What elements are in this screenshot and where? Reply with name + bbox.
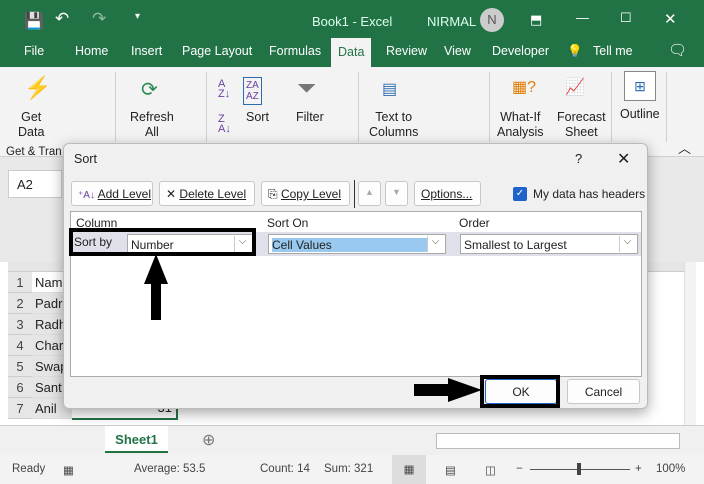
row-header[interactable]: 5 xyxy=(8,356,32,377)
sort-icon: ZA AZ xyxy=(243,77,262,105)
tell-me[interactable]: Tell me xyxy=(593,44,633,58)
row-header[interactable]: 7 xyxy=(8,398,32,419)
headers-label: My data has headers xyxy=(533,187,646,201)
ribbon-display-icon[interactable]: ⬒ xyxy=(530,12,542,28)
delete-level-button[interactable]: ✕ Delete Level xyxy=(159,181,255,206)
forecast-sheet-button[interactable]: Forecast Sheet xyxy=(557,110,606,140)
cancel-button[interactable]: Cancel xyxy=(567,379,640,404)
redo-icon[interactable]: ↷ xyxy=(92,9,106,29)
zoom-out-icon[interactable]: − xyxy=(516,463,523,475)
page-break-view-icon[interactable]: ◫ xyxy=(485,463,496,477)
row-header[interactable]: 1 xyxy=(8,272,32,293)
horizontal-scrollbar[interactable] xyxy=(436,433,680,449)
toolbar-divider xyxy=(354,180,355,208)
filter-button[interactable]: Filter xyxy=(296,110,324,125)
tab-data[interactable]: Data xyxy=(331,38,372,67)
sheet-bar: Sheet1 ⊕ xyxy=(0,425,704,455)
move-up-button[interactable]: ▲ xyxy=(358,181,381,206)
up-arrow-annotation xyxy=(144,254,168,320)
lightbulb-icon: 💡 xyxy=(567,44,583,58)
status-sum: Sum: 321 xyxy=(324,463,374,475)
close-icon[interactable]: ✕ xyxy=(664,10,677,28)
what-if-analysis-button[interactable]: What-If Analysis xyxy=(497,110,544,140)
row-header[interactable]: 4 xyxy=(8,335,32,356)
tab-review[interactable]: Review xyxy=(386,44,427,58)
help-button[interactable]: ? xyxy=(575,151,582,166)
tab-developer[interactable]: Developer xyxy=(492,44,549,58)
status-average: Average: 53.5 xyxy=(134,463,206,475)
text-to-columns-button[interactable]: Text to Columns xyxy=(369,110,418,140)
headers-checkbox[interactable]: ✓ xyxy=(513,187,527,201)
sort-button[interactable]: Sort xyxy=(246,110,269,125)
normal-view-icon[interactable]: ▦ xyxy=(392,455,426,484)
order-dropdown[interactable]: Smallest to Largest ⌵ xyxy=(460,234,638,254)
maximize-icon[interactable]: ☐ xyxy=(620,10,632,26)
text-to-columns-icon: ▤ xyxy=(382,81,398,98)
status-ready: Ready xyxy=(12,463,46,475)
zoom-in-icon[interactable]: + xyxy=(635,463,642,475)
name-box[interactable]: A2 xyxy=(8,170,62,198)
refresh-all-button[interactable]: Refresh All xyxy=(130,110,174,140)
dialog-title: Sort xyxy=(74,152,97,166)
save-icon[interactable]: 💾 xyxy=(24,11,44,31)
tab-page-layout[interactable]: Page Layout xyxy=(182,44,252,58)
options-button[interactable]: Options... xyxy=(414,181,481,206)
get-data-icon: ⚡ xyxy=(24,75,52,100)
tab-view[interactable]: View xyxy=(444,44,471,58)
refresh-icon: ⟳ xyxy=(141,79,158,101)
row-header[interactable]: 2 xyxy=(8,293,32,314)
tab-insert[interactable]: Insert xyxy=(131,44,162,58)
add-level-button[interactable]: ⁺A↓ Add Level xyxy=(71,181,153,206)
user-name: NIRMAL xyxy=(427,14,477,29)
move-down-button[interactable]: ▼ xyxy=(385,181,408,206)
copy-level-button[interactable]: ⎘ Copy Level xyxy=(261,181,350,206)
chevron-down-icon: ⌵ xyxy=(619,236,635,252)
copy-icon: ⎘ xyxy=(268,187,278,201)
forecast-icon: 📈 xyxy=(565,79,585,96)
zoom-slider-thumb[interactable] xyxy=(577,463,581,475)
delete-icon: ✕ xyxy=(166,187,177,201)
window-title: Book1 - Excel xyxy=(312,14,393,29)
accessibility-icon[interactable]: ▦ xyxy=(63,463,74,477)
add-sheet-icon[interactable]: ⊕ xyxy=(202,430,215,450)
row-header[interactable]: 6 xyxy=(8,377,32,398)
sort-asc-icon[interactable]: A Z↓ xyxy=(218,79,230,100)
chevron-down-icon: ⌵ xyxy=(427,236,443,252)
page-layout-view-icon[interactable]: ▤ xyxy=(445,463,456,477)
right-arrow-annotation xyxy=(414,378,482,402)
collapse-ribbon-icon[interactable]: ︿ xyxy=(678,141,691,156)
tab-home[interactable]: Home xyxy=(75,44,108,58)
close-dialog-icon[interactable]: ✕ xyxy=(617,149,630,169)
outline-button[interactable]: Outline xyxy=(620,107,660,122)
vertical-scrollbar[interactable] xyxy=(684,262,696,425)
minimize-icon[interactable]: — xyxy=(576,10,589,25)
title-bar: 💾 ↶ ↷ ▾ Book1 - Excel NIRMAL N ⬒ — ☐ ✕ F… xyxy=(0,0,704,67)
add-level-icon: ⁺A↓ xyxy=(78,190,95,201)
sort-on-header: Sort On xyxy=(267,216,309,230)
comments-icon[interactable]: 🗨 xyxy=(668,41,687,59)
order-header: Order xyxy=(459,216,490,230)
row-header[interactable]: 3 xyxy=(8,314,32,335)
highlight-box-ok xyxy=(480,375,560,408)
status-bar: Ready ▦ Average: 53.5 Count: 14 Sum: 321… xyxy=(0,455,704,484)
sheet-tab-sheet1[interactable]: Sheet1 xyxy=(105,426,168,453)
what-if-icon: ▦? xyxy=(512,79,537,96)
outline-icon: ⊞ xyxy=(624,71,656,101)
sort-desc-icon[interactable]: Z A↓ xyxy=(218,114,231,135)
status-count: Count: 14 xyxy=(260,463,310,475)
zoom-level[interactable]: 100% xyxy=(656,463,685,475)
customize-qat-icon[interactable]: ▾ xyxy=(135,11,140,22)
avatar[interactable]: N xyxy=(480,8,504,32)
get-data-button[interactable]: Get Data xyxy=(18,110,44,140)
tab-formulas[interactable]: Formulas xyxy=(269,44,321,58)
undo-icon[interactable]: ↶ xyxy=(55,9,69,29)
filter-icon: ⏷ xyxy=(297,75,317,102)
sort-on-dropdown[interactable]: Cell Values ⌵ xyxy=(268,234,446,254)
tab-file[interactable]: File xyxy=(24,44,44,58)
